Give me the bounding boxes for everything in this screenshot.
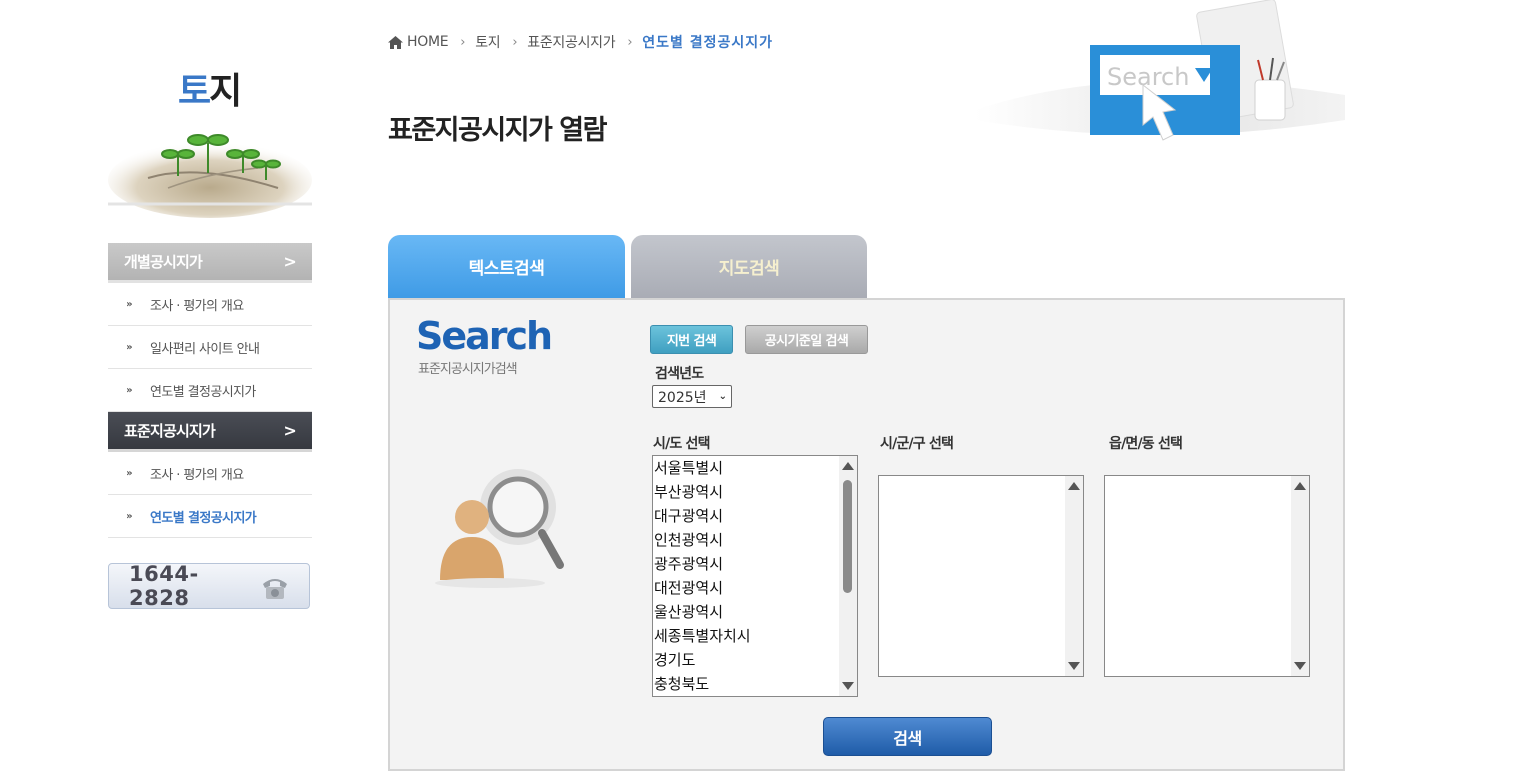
menu-item-survey-overview[interactable]: » 조사 · 평가의 개요 xyxy=(108,283,312,326)
double-arrow-icon: » xyxy=(126,298,132,310)
sido-listbox[interactable]: 서울특별시 부산광역시 대구광역시 인천광역시 광주광역시 대전광역시 울산광역시 세종특별자… xyxy=(652,455,858,697)
sido-scrollbar[interactable] xyxy=(839,456,857,696)
sigungu-scrollbar[interactable] xyxy=(1065,476,1083,676)
section-title-part1: 토 xyxy=(178,71,211,112)
year-label: 검색년도 xyxy=(655,366,704,382)
menu-header-label: 표준지공시지가 xyxy=(124,422,216,440)
scroll-down-arrow-icon[interactable] xyxy=(1294,662,1306,670)
menu-item-label: 조사 · 평가의 개요 xyxy=(150,298,244,314)
section-title-part2: 지 xyxy=(209,71,242,112)
breadcrumb-separator: › xyxy=(460,34,466,50)
eupmyeon-scrollbar[interactable] xyxy=(1291,476,1309,676)
banner-search-text: Search xyxy=(1107,63,1189,91)
breadcrumb-land[interactable]: 토지 xyxy=(475,32,500,52)
sido-option[interactable]: 대전광역시 xyxy=(653,576,839,600)
menu-item-standard-overview[interactable]: » 조사 · 평가의 개요 xyxy=(108,452,312,495)
menu-item-yearly-price[interactable]: » 연도별 결정공시지가 xyxy=(108,369,312,412)
search-logo-subtitle: 표준지공시지가검색 xyxy=(418,362,518,377)
tab-text-search[interactable]: 텍스트검색 xyxy=(388,235,625,298)
lot-search-button[interactable]: 지번 검색 xyxy=(650,325,733,354)
sido-option[interactable]: 경기도 xyxy=(653,648,839,672)
section-title: 토지 xyxy=(178,62,242,114)
menu-item-label: 연도별 결정공시지가 xyxy=(150,384,256,400)
search-logo: Search xyxy=(416,314,553,358)
phone-number: 1644-2828 xyxy=(129,562,199,610)
scroll-up-arrow-icon[interactable] xyxy=(1068,482,1080,490)
double-arrow-icon: » xyxy=(126,510,132,522)
sido-label: 시/도 선택 xyxy=(653,436,711,452)
sido-option[interactable]: 세종특별자치시 xyxy=(653,624,839,648)
scroll-up-arrow-icon[interactable] xyxy=(1294,482,1306,490)
chevron-right-icon: > xyxy=(283,252,296,271)
home-icon[interactable] xyxy=(388,35,403,49)
date-search-button[interactable]: 공시기준일 검색 xyxy=(745,325,868,354)
eupmyeon-label: 읍/면/동 선택 xyxy=(1109,436,1183,452)
scroll-up-arrow-icon[interactable] xyxy=(842,462,854,470)
telephone-icon xyxy=(263,579,288,599)
year-select[interactable]: 2025년 ⌄ xyxy=(652,385,732,408)
breadcrumb-current: 연도별 결정공시지가 xyxy=(642,35,774,51)
scroll-down-arrow-icon[interactable] xyxy=(842,682,854,690)
year-select-value: 2025년 xyxy=(658,389,707,406)
breadcrumb-home[interactable]: HOME xyxy=(407,34,449,50)
side-menu: 개별공시지가 > » 조사 · 평가의 개요 » 일사편리 사이트 안내 » 연… xyxy=(108,243,312,538)
page-title: 표준지공시지가 열람 xyxy=(388,115,607,146)
scroll-thumb[interactable] xyxy=(843,480,852,593)
menu-header-label: 개별공시지가 xyxy=(124,253,203,271)
search-button[interactable]: 검색 xyxy=(823,717,992,756)
person-magnifier-illustration xyxy=(435,469,564,588)
breadcrumb: HOME › 토지 › 표준지공시지가 › 연도별 결정공시지가 xyxy=(388,32,773,52)
sigungu-listbox[interactable] xyxy=(878,475,1084,677)
breadcrumb-standard-price[interactable]: 표준지공시지가 xyxy=(527,32,615,52)
tab-map-search[interactable]: 지도검색 xyxy=(631,235,867,298)
menu-item-standard-yearly-price[interactable]: » 연도별 결정공시지가 xyxy=(108,495,312,538)
sprout-illustration xyxy=(108,134,312,218)
menu-item-label: 일사편리 사이트 안내 xyxy=(150,341,260,357)
sido-option[interactable]: 인천광역시 xyxy=(653,528,839,552)
menu-header-standard-price[interactable]: 표준지공시지가 > xyxy=(108,412,312,452)
sigungu-label: 시/군/구 선택 xyxy=(880,436,954,452)
double-arrow-icon: » xyxy=(126,384,132,396)
breadcrumb-separator: › xyxy=(627,34,633,50)
sido-option[interactable]: 충청북도 xyxy=(653,672,839,696)
double-arrow-icon: » xyxy=(126,341,132,353)
phone-contact: 1644-2828 xyxy=(108,562,310,610)
menu-item-ilsa-site[interactable]: » 일사편리 사이트 안내 xyxy=(108,326,312,369)
chevron-right-icon: > xyxy=(283,421,296,440)
menu-header-individual-price[interactable]: 개별공시지가 > xyxy=(108,243,312,283)
sido-options: 서울특별시 부산광역시 대구광역시 인천광역시 광주광역시 대전광역시 울산광역시 세종특별자… xyxy=(653,456,839,696)
sido-option[interactable]: 서울특별시 xyxy=(653,456,839,480)
breadcrumb-separator: › xyxy=(512,34,518,50)
scroll-down-arrow-icon[interactable] xyxy=(1068,662,1080,670)
chevron-down-icon: ⌄ xyxy=(718,391,727,402)
sido-option[interactable]: 대구광역시 xyxy=(653,504,839,528)
sido-option[interactable]: 울산광역시 xyxy=(653,600,839,624)
eupmyeon-listbox[interactable] xyxy=(1104,475,1310,677)
double-arrow-icon: » xyxy=(126,467,132,479)
menu-item-label: 연도별 결정공시지가 xyxy=(150,510,257,526)
sido-option[interactable]: 부산광역시 xyxy=(653,480,839,504)
menu-item-label: 조사 · 평가의 개요 xyxy=(150,467,244,483)
search-banner-illustration: Search xyxy=(975,0,1345,141)
sido-option[interactable]: 광주광역시 xyxy=(653,552,839,576)
